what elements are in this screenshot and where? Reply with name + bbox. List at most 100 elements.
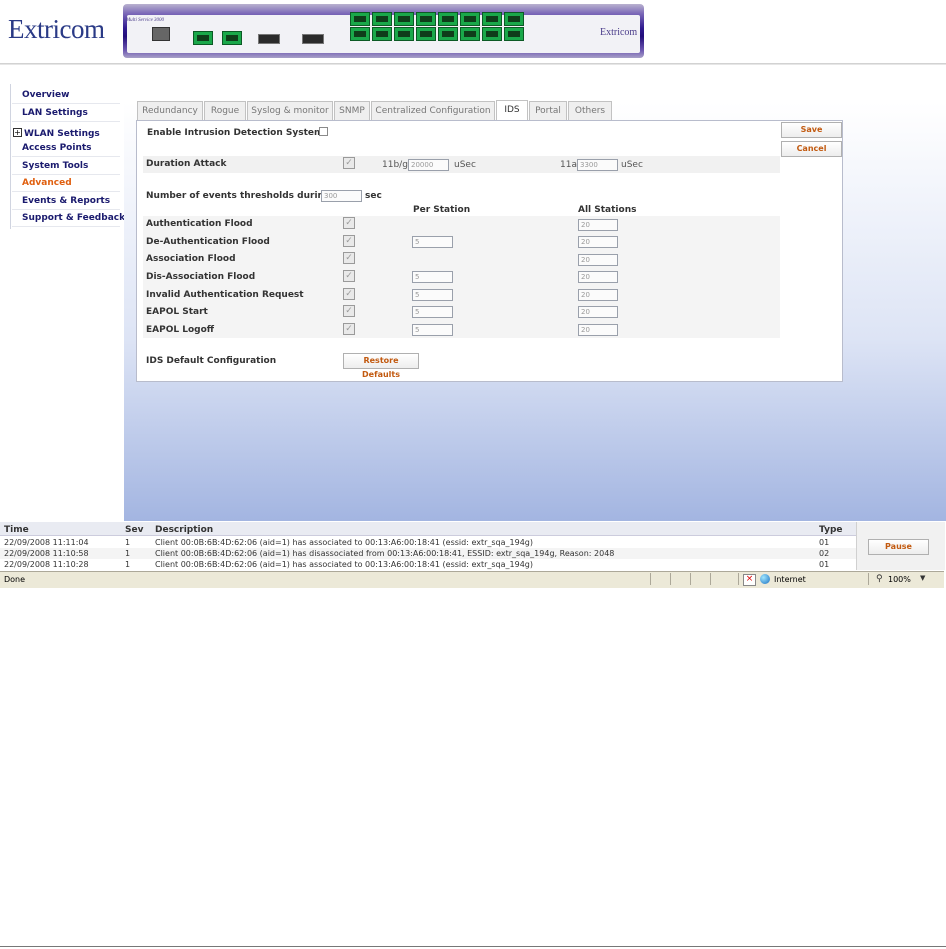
events-threshold-input[interactable]: 300 xyxy=(321,190,362,202)
sidebar-item-support-feedback[interactable]: Support & Feedback xyxy=(22,213,125,223)
auth-flood-label: Authentication Flood xyxy=(146,219,253,229)
device-model-text: Multi Service 3000 xyxy=(126,18,165,23)
radio-port-icon xyxy=(416,12,436,26)
log-row: 22/09/2008 11:10:28 1 Client 00:0B:6B:4D… xyxy=(0,559,856,570)
eapol-start-all-input[interactable]: 20 xyxy=(578,306,618,318)
lan-port-icon xyxy=(222,31,242,45)
disassoc-flood-checkbox[interactable]: ✓ xyxy=(343,270,355,282)
radio-port-icon xyxy=(394,12,414,26)
log-desc: Client 00:0B:6B:4D:62:06 (aid=1) has ass… xyxy=(155,560,533,569)
popup-blocked-icon[interactable]: × xyxy=(743,574,756,586)
sidebar-item-wlan-settings[interactable]: WLAN Settings xyxy=(24,129,100,139)
log-row: 22/09/2008 11:10:58 1 Client 00:0B:6B:4D… xyxy=(0,548,856,559)
status-separator xyxy=(650,573,651,585)
sidebar-divider xyxy=(12,121,120,122)
log-time: 22/09/2008 11:10:58 xyxy=(4,549,89,558)
log-sev: 1 xyxy=(125,560,131,569)
deauth-flood-all-input[interactable]: 20 xyxy=(578,236,618,248)
radio-port-icon xyxy=(350,12,370,26)
log-desc: Client 00:0B:6B:4D:62:06 (aid=1) has ass… xyxy=(155,538,533,547)
log-time: 22/09/2008 11:11:04 xyxy=(4,538,89,547)
sidebar-divider xyxy=(12,226,120,227)
log-col-type: Type xyxy=(819,525,843,535)
expand-plus-icon[interactable]: + xyxy=(13,128,22,137)
duration-bg-input[interactable]: 20000 xyxy=(408,159,449,171)
log-type: 02 xyxy=(819,549,830,558)
eapol-logoff-all-input[interactable]: 20 xyxy=(578,324,618,336)
log-time: 22/09/2008 11:10:28 xyxy=(4,560,89,569)
deauth-flood-checkbox[interactable]: ✓ xyxy=(343,235,355,247)
sidebar-rail xyxy=(10,84,11,229)
sidebar-divider xyxy=(12,191,120,192)
cancel-button[interactable]: Cancel xyxy=(781,141,842,157)
radio-port-icon xyxy=(460,27,480,41)
assoc-flood-checkbox[interactable]: ✓ xyxy=(343,252,355,264)
device-console-port xyxy=(152,27,170,41)
sidebar-item-overview[interactable]: Overview xyxy=(22,90,69,100)
header-divider xyxy=(0,63,946,65)
eapol-logoff-per-input[interactable]: 5 xyxy=(412,324,453,336)
log-row: 22/09/2008 11:11:04 1 Client 00:0B:6B:4D… xyxy=(0,537,856,548)
duration-bg-unit: uSec xyxy=(454,160,476,170)
sidebar-divider xyxy=(12,209,120,210)
tab-redundancy[interactable]: Redundancy xyxy=(137,101,203,120)
eapol-start-per-input[interactable]: 5 xyxy=(412,306,453,318)
status-text: Done xyxy=(4,575,26,584)
log-sev: 1 xyxy=(125,549,131,558)
per-station-header: Per Station xyxy=(413,205,471,215)
tab-centralized-configuration[interactable]: Centralized Configuration xyxy=(371,101,495,120)
duration-attack-checkbox[interactable]: ✓ xyxy=(343,157,355,169)
sidebar-item-access-points[interactable]: Access Points xyxy=(22,143,92,153)
extricom-logo: Extricom xyxy=(8,14,105,44)
events-threshold-unit: sec xyxy=(365,191,382,201)
pause-button[interactable]: Pause xyxy=(868,539,929,555)
radio-port-icon xyxy=(504,12,524,26)
status-separator xyxy=(710,573,711,585)
tab-syslog-monitor[interactable]: Syslog & monitor xyxy=(247,101,333,120)
invalid-auth-checkbox[interactable]: ✓ xyxy=(343,288,355,300)
enable-ids-checkbox[interactable] xyxy=(319,127,328,136)
eapol-start-checkbox[interactable]: ✓ xyxy=(343,305,355,317)
radio-port-icon xyxy=(460,12,480,26)
radio-port-icon xyxy=(350,27,370,41)
duration-a-input[interactable]: 3300 xyxy=(577,159,618,171)
tab-snmp[interactable]: SNMP xyxy=(334,101,370,120)
log-col-description: Description xyxy=(155,525,214,535)
status-separator xyxy=(690,573,691,585)
auth-flood-all-input[interactable]: 20 xyxy=(578,219,618,231)
disassoc-flood-label: Dis-Association Flood xyxy=(146,272,256,282)
ids-default-label: IDS Default Configuration xyxy=(146,356,277,366)
sidebar-item-lan-settings[interactable]: LAN Settings xyxy=(22,108,88,118)
enable-ids-label: Enable Intrusion Detection System xyxy=(147,128,324,138)
auth-flood-checkbox[interactable]: ✓ xyxy=(343,217,355,229)
eapol-logoff-label: EAPOL Logoff xyxy=(146,325,215,335)
tab-portal[interactable]: Portal xyxy=(529,101,567,120)
radio-port-icon xyxy=(504,27,524,41)
tab-rogue[interactable]: Rogue xyxy=(204,101,246,120)
assoc-flood-all-input[interactable]: 20 xyxy=(578,254,618,266)
deauth-flood-label: De-Authentication Flood xyxy=(146,237,270,247)
disassoc-flood-all-input[interactable]: 20 xyxy=(578,271,618,283)
security-zone: Internet xyxy=(774,575,806,584)
status-separator xyxy=(868,573,869,585)
disassoc-flood-per-input[interactable]: 5 xyxy=(412,271,453,283)
log-col-time: Time xyxy=(4,525,29,535)
invalid-auth-per-input[interactable]: 5 xyxy=(412,289,453,301)
sidebar-item-system-tools[interactable]: System Tools xyxy=(22,161,88,171)
zoom-dropdown-icon[interactable]: ▼ xyxy=(920,574,925,582)
save-button[interactable]: Save xyxy=(781,122,842,138)
log-desc: Client 00:0B:6B:4D:62:06 (aid=1) has dis… xyxy=(155,549,615,558)
tab-ids[interactable]: IDS xyxy=(496,100,528,121)
zoom-level[interactable]: 100% xyxy=(888,575,911,584)
deauth-flood-per-input[interactable]: 5 xyxy=(412,236,453,248)
log-col-sev: Sev xyxy=(125,525,144,535)
restore-defaults-button[interactable]: Restore Defaults xyxy=(343,353,419,379)
zoom-icon: ⚲ xyxy=(876,574,883,584)
sfp-port-icon xyxy=(302,34,324,44)
eapol-logoff-checkbox[interactable]: ✓ xyxy=(343,323,355,335)
tab-others[interactable]: Others xyxy=(568,101,612,120)
invalid-auth-all-input[interactable]: 20 xyxy=(578,289,618,301)
radio-port-icon xyxy=(416,27,436,41)
sidebar-item-events-reports[interactable]: Events & Reports xyxy=(22,196,110,206)
sidebar-item-advanced[interactable]: Advanced xyxy=(22,178,72,188)
